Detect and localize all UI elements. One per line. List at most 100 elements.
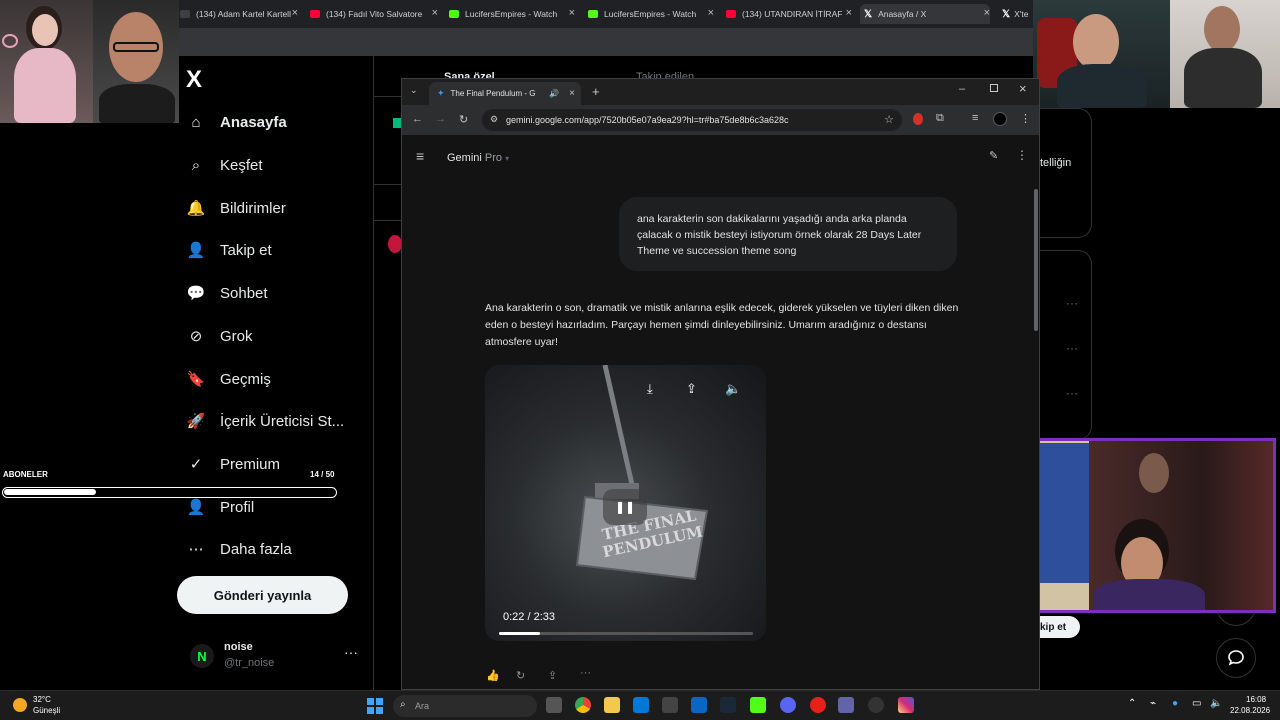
weather-temp[interactable]: 32°C bbox=[33, 695, 51, 704]
chrome-icon[interactable] bbox=[575, 697, 591, 713]
extension-icon[interactable] bbox=[913, 113, 923, 125]
new-chat-icon[interactable]: ✎ bbox=[989, 149, 998, 162]
profile-avatar[interactable] bbox=[993, 112, 1007, 126]
display-icon[interactable]: ▭ bbox=[1192, 698, 1201, 709]
volume-icon[interactable]: 🔈 bbox=[725, 381, 741, 397]
hamburger-icon[interactable]: ≡ bbox=[416, 148, 424, 164]
tab-title: The Final Pendulum - G bbox=[450, 89, 536, 98]
windows-start-icon[interactable] bbox=[367, 698, 383, 714]
sidebar-item-follow[interactable]: 👤 Takip et bbox=[186, 235, 272, 265]
menu-icon[interactable]: ⋮ bbox=[1020, 112, 1031, 125]
sidebar-item-bookmark[interactable]: 🔖 Geçmiş bbox=[186, 364, 271, 394]
chat-icon bbox=[1228, 650, 1244, 666]
close-icon[interactable]: × bbox=[432, 7, 438, 19]
share-icon[interactable]: ⇪ bbox=[686, 381, 697, 397]
obs-icon[interactable] bbox=[868, 697, 884, 713]
star-icon[interactable]: ☆ bbox=[884, 113, 894, 126]
forward-icon[interactable]: → bbox=[435, 113, 446, 125]
more-vert-icon[interactable]: ⋮ bbox=[1016, 148, 1028, 162]
volume-icon[interactable]: 🔈 bbox=[1210, 698, 1222, 709]
tab-search-icon[interactable]: ⌄ bbox=[410, 85, 418, 96]
minimize-icon[interactable]: – bbox=[959, 83, 965, 95]
steam-icon[interactable] bbox=[720, 697, 736, 713]
tab-title: LucifersEmpires - Watch bbox=[465, 9, 558, 19]
microphone-icon[interactable]: ● bbox=[1172, 698, 1178, 709]
sidebar-item-grok[interactable]: ⊘ Grok bbox=[186, 321, 253, 351]
sidebar-item-bell[interactable]: 🔔 Bildirimler bbox=[186, 193, 286, 223]
close-icon[interactable]: × bbox=[708, 7, 714, 19]
browser-tab[interactable]: LucifersEmpires - Watch × bbox=[449, 4, 575, 24]
new-tab-icon[interactable]: + bbox=[592, 84, 600, 99]
kick-icon bbox=[588, 10, 598, 18]
gemini-tab[interactable]: ✦ The Final Pendulum - G 🔊 × bbox=[429, 82, 581, 105]
maximize-icon[interactable] bbox=[990, 84, 998, 92]
url-text: gemini.google.com/app/7520b05e07a9ea29?h… bbox=[506, 115, 789, 125]
sidebar-item-verified[interactable]: ✓ Premium bbox=[186, 449, 280, 479]
gemini-browser-window: ⌄ ✦ The Final Pendulum - G 🔊 × + – × ← →… bbox=[401, 78, 1040, 690]
sidebar-item-chat[interactable]: 💬 Sohbet bbox=[186, 278, 268, 308]
post-button[interactable]: Gönderi yayınla bbox=[177, 576, 348, 614]
sidebar-item-more-circle[interactable]: ⋯ Daha fazla bbox=[186, 534, 292, 564]
x-logo[interactable]: X bbox=[186, 66, 202, 94]
close-window-icon[interactable]: × bbox=[1019, 81, 1027, 96]
discord-icon[interactable] bbox=[780, 697, 796, 713]
more-icon[interactable]: ··· bbox=[1066, 386, 1078, 400]
more-icon[interactable]: ··· bbox=[1066, 341, 1078, 355]
chevron-up-icon[interactable]: ⌃ bbox=[1128, 698, 1136, 709]
task-view-icon[interactable] bbox=[546, 697, 562, 713]
model-selector[interactable]: Gemini Pro ▾ bbox=[447, 152, 509, 164]
browser-tab[interactable]: 𝕏 X'te bbox=[1002, 4, 1032, 24]
teams-icon[interactable] bbox=[838, 697, 854, 713]
browser-tab[interactable]: LucifersEmpires - Watch × bbox=[588, 4, 714, 24]
kick-icon[interactable] bbox=[750, 697, 766, 713]
tab-title: (134) Adam Kartel Kartell bbox=[196, 9, 291, 19]
regenerate-icon[interactable]: ↻ bbox=[516, 669, 525, 682]
taskbar-search[interactable]: ⌕ Ara bbox=[393, 695, 537, 717]
store-icon[interactable] bbox=[662, 697, 678, 713]
site-info-icon[interactable]: ⚙ bbox=[490, 114, 498, 125]
person-body bbox=[99, 84, 175, 123]
more-icon[interactable]: ··· bbox=[580, 667, 591, 679]
sun-icon[interactable] bbox=[13, 698, 27, 712]
media-player-icon[interactable] bbox=[810, 697, 826, 713]
playback-progress-bar[interactable] bbox=[499, 632, 753, 635]
person-body bbox=[1184, 48, 1262, 108]
sidebar-item-search[interactable]: ⌕ Keşfet bbox=[186, 150, 263, 180]
audio-icon[interactable]: 🔊 bbox=[549, 89, 559, 98]
puzzle-icon[interactable]: ⧉ bbox=[936, 112, 944, 125]
weather-desc[interactable]: Güneşli bbox=[33, 706, 60, 715]
close-icon[interactable]: × bbox=[292, 7, 298, 19]
browser-tab-active[interactable]: 𝕏 Anasayfa / X × bbox=[860, 4, 990, 24]
account-switcher[interactable]: N noise @tr_noise ··· bbox=[190, 638, 370, 674]
pause-button[interactable]: ❚❚ bbox=[603, 489, 647, 525]
sidebar-item-rocket[interactable]: 🚀 İçerik Üreticisi St... bbox=[186, 406, 345, 436]
reload-icon[interactable]: ↻ bbox=[459, 113, 468, 126]
more-icon[interactable]: ··· bbox=[1066, 296, 1078, 310]
address-bar[interactable]: ⚙ gemini.google.com/app/7520b05e07a9ea29… bbox=[482, 109, 902, 131]
more-icon[interactable]: ··· bbox=[344, 644, 358, 660]
media-icon[interactable]: ≡ bbox=[972, 112, 978, 124]
close-icon[interactable]: × bbox=[569, 88, 575, 99]
download-icon[interactable]: ⤓ bbox=[647, 381, 653, 397]
share-icon[interactable]: ⇪ bbox=[548, 669, 557, 682]
mail-icon[interactable] bbox=[691, 697, 707, 713]
back-icon[interactable]: ← bbox=[412, 113, 423, 125]
close-icon[interactable]: × bbox=[846, 7, 852, 19]
file-explorer-icon[interactable] bbox=[604, 697, 620, 713]
clock-time[interactable]: 16:08 bbox=[1246, 695, 1266, 704]
messages-fab[interactable] bbox=[1216, 638, 1256, 678]
scrollbar[interactable] bbox=[1034, 189, 1038, 331]
thumbs-up-icon[interactable]: 👍 bbox=[486, 669, 500, 682]
browser-tab[interactable]: (134) UTANDIRAN İTİRAF × bbox=[726, 4, 852, 24]
close-icon[interactable]: × bbox=[984, 7, 990, 19]
browser-tab[interactable]: (134) Adam Kartel Kartell × bbox=[180, 4, 298, 24]
clock-date[interactable]: 22.08.2026 bbox=[1230, 706, 1270, 715]
network-icon[interactable]: ⌁ bbox=[1150, 698, 1156, 709]
tab-title: Anasayfa / X bbox=[878, 9, 927, 19]
browser-tab[interactable]: (134) Fadıl Vito Salvatore × bbox=[310, 4, 438, 24]
edge-icon[interactable] bbox=[633, 697, 649, 713]
close-icon[interactable]: × bbox=[569, 7, 575, 19]
search-icon: ⌕ bbox=[400, 699, 406, 710]
instagram-icon[interactable] bbox=[898, 697, 914, 713]
sidebar-item-home[interactable]: ⌂ Anasayfa bbox=[186, 107, 286, 137]
